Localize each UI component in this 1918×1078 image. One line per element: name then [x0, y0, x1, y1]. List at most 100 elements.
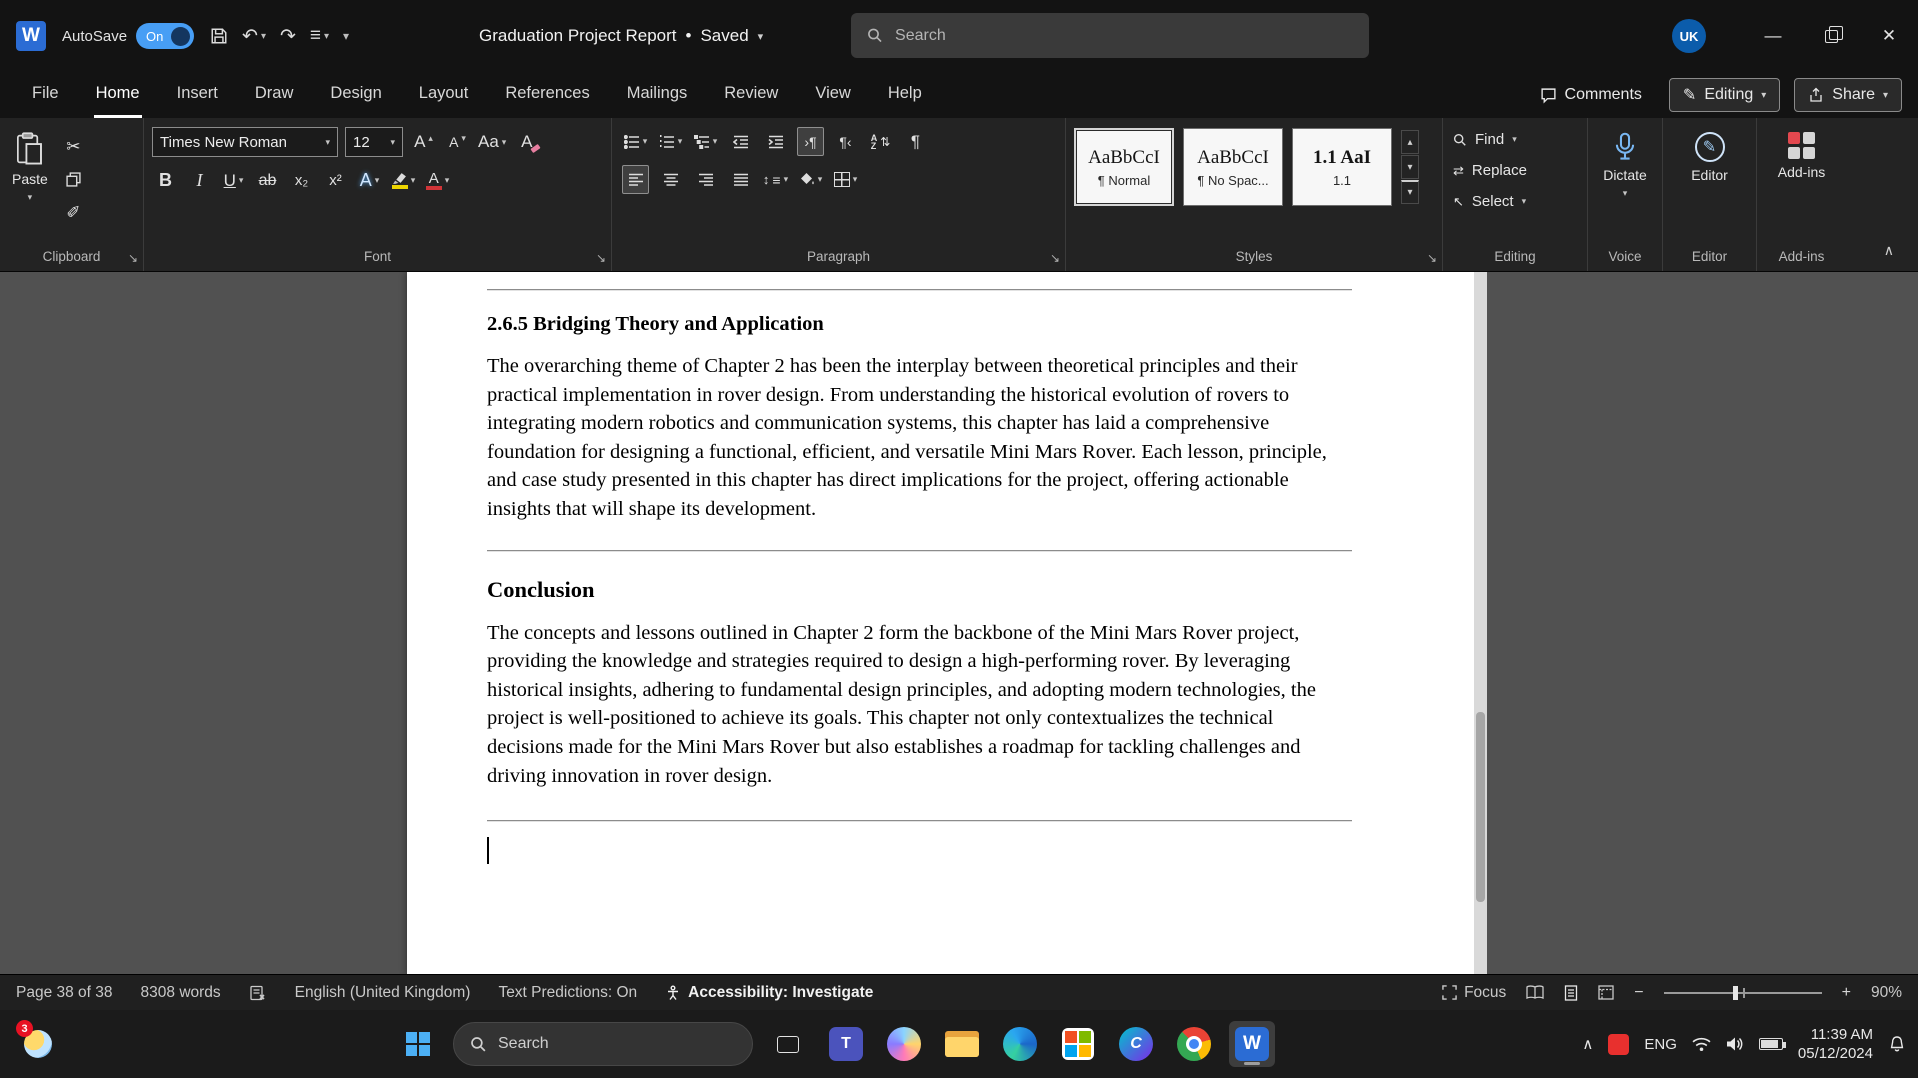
change-case-button[interactable]: Aa ▾ [478, 128, 506, 157]
styles-scroll-up-button[interactable]: ▴ [1401, 130, 1419, 154]
tab-view[interactable]: View [813, 72, 852, 118]
vertical-scrollbar[interactable] [1474, 272, 1487, 974]
comments-button[interactable]: Comments [1527, 78, 1655, 112]
undo-button[interactable]: ↶ ▾ [242, 25, 266, 48]
widgets-button[interactable]: 3 [16, 1020, 60, 1066]
shading-button[interactable]: ▾ [797, 165, 824, 194]
borders-button[interactable]: ▾ [832, 165, 859, 194]
styles-scroll-down-button[interactable]: ▾ [1401, 155, 1419, 179]
zoom-level-button[interactable]: 90% [1871, 984, 1902, 1002]
minimize-button[interactable]: — [1744, 0, 1802, 72]
undo-dropdown-icon[interactable]: ▾ [261, 31, 266, 42]
volume-icon[interactable] [1726, 1036, 1744, 1052]
teams-button[interactable]: T [823, 1021, 869, 1067]
copilot-button[interactable] [881, 1021, 927, 1067]
word-taskbar-button[interactable]: W [1229, 1021, 1275, 1067]
multilevel-list-button[interactable]: ▾ [692, 127, 719, 156]
clock[interactable]: 11:39 AM 05/12/2024 [1798, 1025, 1873, 1064]
subscript-button[interactable]: x₂ [288, 166, 315, 195]
web-layout-button[interactable] [1598, 985, 1614, 1000]
taskbar-search-box[interactable]: Search [453, 1022, 753, 1066]
highlight-color-button[interactable]: ▾ [390, 166, 417, 195]
customize-toolbar-button[interactable]: ▾ [343, 29, 349, 43]
font-name-combo[interactable]: Times New Roman ▾ [152, 127, 338, 157]
font-dialog-launcher[interactable]: ↘ [596, 252, 606, 264]
proofing-status[interactable] [249, 985, 267, 1001]
battery-icon[interactable] [1758, 1038, 1786, 1050]
accessibility-status[interactable]: Accessibility: Investigate [665, 984, 873, 1002]
tab-layout[interactable]: Layout [417, 72, 471, 118]
paste-button[interactable]: Paste ▾ [6, 124, 54, 227]
tab-references[interactable]: References [503, 72, 591, 118]
search-input[interactable] [895, 26, 1353, 45]
microsoft-store-button[interactable] [1055, 1021, 1101, 1067]
clear-formatting-button[interactable]: A [513, 128, 540, 157]
title-dropdown-icon[interactable]: ▾ [758, 30, 764, 43]
print-layout-button[interactable] [1564, 984, 1578, 1001]
document-title-area[interactable]: Graduation Project Report • Saved ▾ [479, 0, 763, 72]
style-normal[interactable]: AaBbCcI ¶ Normal [1074, 128, 1174, 206]
superscript-button[interactable]: x² [322, 166, 349, 195]
redo-button[interactable]: ↷ [280, 25, 296, 48]
editor-button[interactable]: ✎ Editor [1669, 124, 1750, 185]
dictate-button[interactable]: Dictate ▾ [1594, 124, 1656, 201]
ltr-direction-button[interactable]: ›¶ [797, 127, 824, 156]
styles-dialog-launcher[interactable]: ↘ [1427, 252, 1437, 264]
autosave-control[interactable]: AutoSave On [62, 23, 195, 49]
scrollbar-thumb[interactable] [1476, 712, 1485, 902]
align-center-button[interactable] [657, 165, 684, 194]
close-button[interactable]: ✕ [1860, 0, 1918, 72]
edge-button[interactable] [997, 1021, 1043, 1067]
language-status[interactable]: English (United Kingdom) [295, 984, 471, 1002]
tab-insert[interactable]: Insert [175, 72, 220, 118]
tab-mailings[interactable]: Mailings [625, 72, 690, 118]
chrome-button[interactable] [1171, 1021, 1217, 1067]
cut-button[interactable]: ✂ [60, 132, 87, 161]
collapse-ribbon-button[interactable]: ∧ [1884, 242, 1894, 259]
tab-help[interactable]: Help [886, 72, 924, 118]
zoom-out-button[interactable]: − [1634, 984, 1643, 1002]
replace-button[interactable]: ⇄ Replace [1449, 155, 1581, 186]
align-left-button[interactable] [622, 165, 649, 194]
increase-indent-button[interactable] [762, 127, 789, 156]
quick-command-button[interactable]: ≡ ▾ [310, 25, 329, 47]
select-button[interactable]: ↖ Select ▾ [1449, 186, 1581, 217]
style-list-number[interactable]: 1.1 AaI 1.1 [1292, 128, 1392, 206]
shrink-font-button[interactable]: A ▾ [444, 128, 471, 157]
zoom-in-button[interactable]: + [1842, 984, 1851, 1002]
tab-home[interactable]: Home [93, 72, 142, 118]
tab-file[interactable]: File [30, 72, 61, 118]
tab-draw[interactable]: Draw [253, 72, 296, 118]
save-button[interactable] [210, 27, 228, 45]
tray-show-hidden-icons-button[interactable]: ∧ [1582, 1035, 1593, 1053]
autosave-toggle[interactable]: On [136, 23, 195, 49]
numbering-button[interactable]: ▾ [657, 127, 684, 156]
document-page[interactable]: 2.6.5 Bridging Theory and Application Th… [407, 272, 1474, 974]
input-language-indicator[interactable]: ENG [1644, 1036, 1677, 1053]
align-right-button[interactable] [692, 165, 719, 194]
restore-button[interactable] [1802, 0, 1860, 72]
user-avatar[interactable]: UK [1672, 19, 1706, 53]
sort-button[interactable]: AZ ⇅ [867, 127, 894, 156]
wifi-icon[interactable] [1692, 1037, 1711, 1052]
focus-mode-button[interactable]: Focus [1442, 984, 1506, 1002]
tab-design[interactable]: Design [328, 72, 383, 118]
italic-button[interactable]: I [186, 166, 213, 195]
strikethrough-button[interactable]: ab [254, 166, 281, 195]
notification-center-button[interactable] [1888, 1035, 1906, 1053]
zoom-slider[interactable] [1663, 985, 1822, 1000]
task-view-button[interactable] [765, 1021, 811, 1067]
format-painter-button[interactable]: ✐ [60, 198, 87, 227]
line-spacing-button[interactable]: ↕ ≡ ▾ [762, 165, 789, 194]
font-size-combo[interactable]: 12 ▾ [345, 127, 403, 157]
style-no-spacing[interactable]: AaBbCcI ¶ No Spac... [1183, 128, 1283, 206]
share-button[interactable]: Share ▾ [1794, 78, 1902, 112]
grow-font-button[interactable]: A ▴ [410, 128, 437, 157]
underline-button[interactable]: U ▾ [220, 166, 247, 195]
canva-button[interactable]: C [1113, 1021, 1159, 1067]
styles-gallery-more-button[interactable]: ▾ [1401, 180, 1419, 204]
title-search-box[interactable] [851, 13, 1369, 58]
file-explorer-button[interactable] [939, 1021, 985, 1067]
font-color-button[interactable]: A ▾ [424, 166, 451, 195]
text-predictions-status[interactable]: Text Predictions: On [498, 984, 637, 1002]
